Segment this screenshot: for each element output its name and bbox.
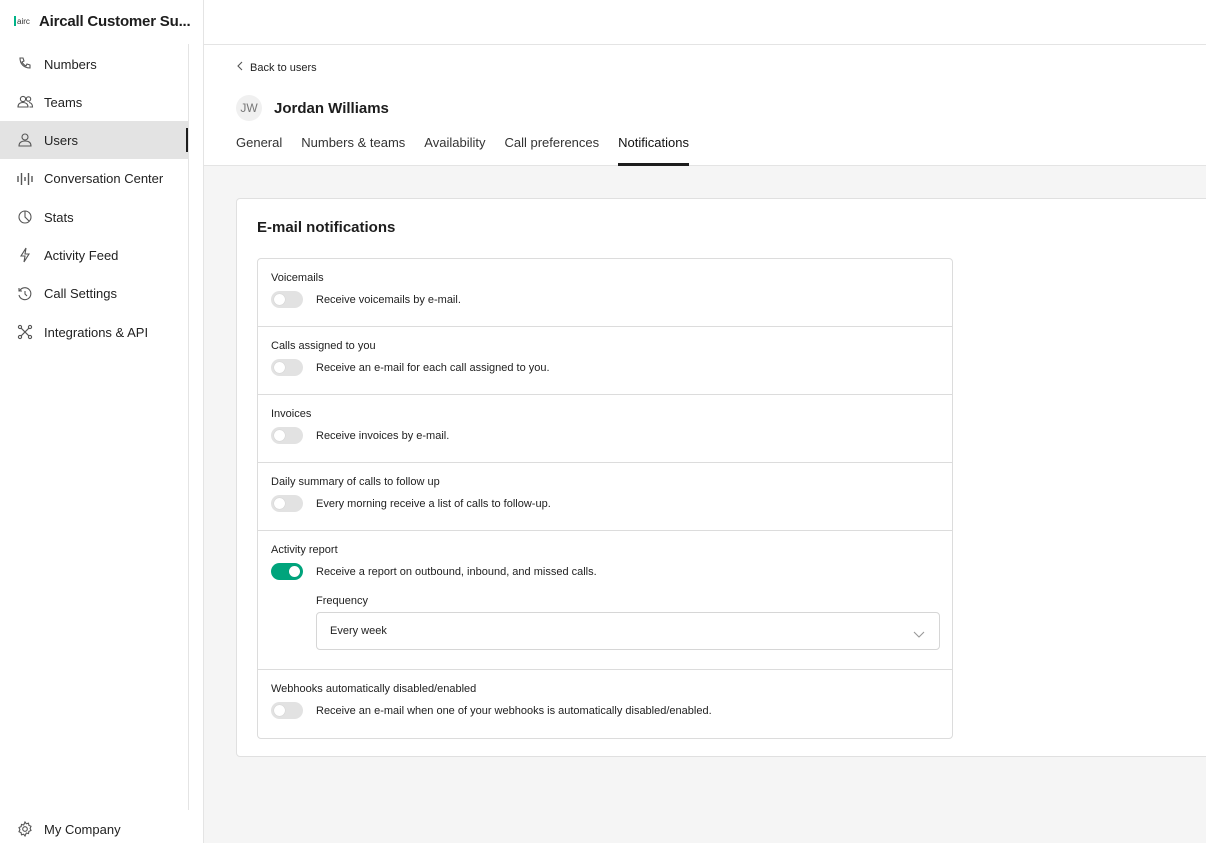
notification-row-invoices: Invoices Receive invoices by e-mail. [258,395,952,463]
daily-summary-toggle[interactable] [271,495,303,512]
webhooks-toggle[interactable] [271,702,303,719]
sidebar-item-teams[interactable]: Teams [0,83,188,121]
row-description: Receive voicemails by e-mail. [316,293,461,306]
tab-call-preferences[interactable]: Call preferences [504,135,599,166]
sidebar-item-label: Call Settings [44,286,117,301]
sidebar: airc Aircall Customer Su... Numbers Team… [0,0,204,843]
row-description: Receive an e-mail for each call assigned… [316,361,550,374]
integrations-icon [16,323,34,341]
invoices-toggle[interactable] [271,427,303,444]
row-description: Every morning receive a list of calls to… [316,497,551,510]
sidebar-item-conversation-center[interactable]: Conversation Center [0,159,188,198]
gear-icon [16,820,34,838]
sidebar-item-label: Conversation Center [44,171,164,186]
row-title: Voicemails [271,272,324,284]
email-notifications-card: E-mail notifications Voicemails Receive … [236,198,1206,757]
sidebar-nav: Numbers Teams Users Conversation Center … [0,45,188,351]
row-description: Receive a report on outbound, inbound, a… [316,565,597,578]
section-title: E-mail notifications [257,219,396,236]
page-title: Jordan Williams [274,99,389,117]
phone-icon [16,55,34,73]
sidebar-bottom: My Company [0,810,188,843]
logo-text: airc [17,16,30,26]
frequency-label: Frequency [316,595,368,607]
team-icon [16,93,34,111]
aircall-logo: airc [14,12,34,30]
pie-chart-icon [16,208,34,226]
sidebar-item-label: Users [44,132,78,148]
back-label: Back to users [250,61,317,74]
row-description: Receive invoices by e-mail. [316,429,450,442]
notification-row-webhooks: Webhooks automatically disabled/enabled … [258,670,952,738]
sidebar-item-stats[interactable]: Stats [0,198,188,236]
notification-list: Voicemails Receive voicemails by e-mail.… [257,258,953,739]
activity-report-toggle[interactable] [271,563,303,580]
row-title: Webhooks automatically disabled/enabled [271,683,477,695]
user-icon [16,131,34,149]
row-title: Activity report [271,544,338,556]
sidebar-item-integrations[interactable]: Integrations & API [0,313,188,351]
company-name: Aircall Customer Su... [39,12,191,30]
sidebar-item-activity-feed[interactable]: Activity Feed [0,236,188,274]
calls-assigned-toggle[interactable] [271,359,303,376]
notification-row-daily-summary: Daily summary of calls to follow up Ever… [258,463,952,531]
sidebar-item-label: Integrations & API [44,324,149,340]
sidebar-item-my-company[interactable]: My Company [0,810,188,843]
sidebar-item-users[interactable]: Users [0,121,188,159]
sidebar-item-label: Stats [44,209,74,225]
chevron-down-icon [912,626,926,638]
notification-row-voicemails: Voicemails Receive voicemails by e-mail. [258,259,952,327]
back-to-users-link[interactable]: Back to users [236,61,317,74]
sidebar-item-numbers[interactable]: Numbers [0,45,188,83]
frequency-value: Every week [330,625,387,637]
history-icon [16,285,34,303]
sidebar-item-label: My Company [44,821,121,837]
tab-availability[interactable]: Availability [424,135,485,166]
lightning-icon [16,246,34,264]
row-title: Daily summary of calls to follow up [271,476,440,488]
voicemails-toggle[interactable] [271,291,303,308]
top-bar [204,0,1206,45]
tab-notifications[interactable]: Notifications [618,135,689,166]
user-identity: JW Jordan Williams [236,95,389,121]
sidebar-item-label: Activity Feed [44,247,119,263]
chevron-left-icon [236,61,244,74]
brand[interactable]: airc Aircall Customer Su... [14,10,196,32]
avatar: JW [236,95,262,121]
sidebar-divider [188,44,189,810]
sidebar-item-call-settings[interactable]: Call Settings [0,274,188,313]
sidebar-item-label: Teams [44,94,83,110]
user-header: Back to users JW Jordan Williams General… [204,45,1206,166]
tab-bar: General Numbers & teams Availability Cal… [236,135,708,166]
row-description: Receive an e-mail when one of your webho… [316,704,712,717]
tab-numbers-teams[interactable]: Numbers & teams [301,135,405,166]
notification-row-activity-report: Activity report Receive a report on outb… [258,531,952,670]
tab-general[interactable]: General [236,135,282,166]
row-title: Calls assigned to you [271,340,376,352]
frequency-select[interactable]: Every week [316,612,940,650]
row-title: Invoices [271,408,312,420]
sidebar-item-label: Numbers [44,56,97,72]
notification-row-calls-assigned: Calls assigned to you Receive an e-mail … [258,327,952,395]
waveform-icon [16,170,34,188]
